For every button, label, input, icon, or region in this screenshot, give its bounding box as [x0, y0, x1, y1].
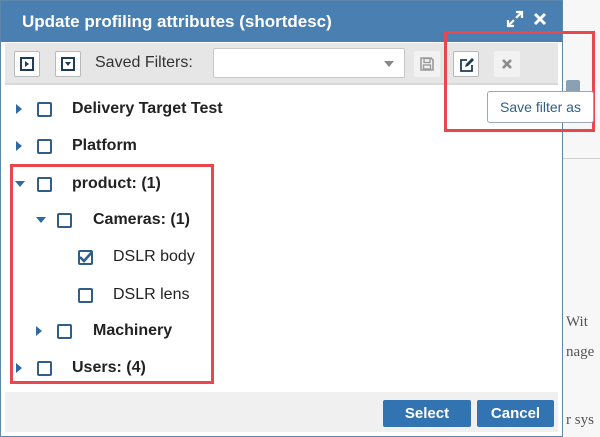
- highlight-box-tree: [10, 164, 214, 384]
- save-filter-as-tooltip: Save filter as: [487, 91, 594, 123]
- saved-filters-select[interactable]: [213, 48, 405, 78]
- tree-checkbox[interactable]: [37, 139, 52, 154]
- tree-node-label: Delivery Target Test: [72, 100, 223, 117]
- cancel-button[interactable]: Cancel: [477, 400, 554, 427]
- dialog-title: Update profiling attributes (shortdesc): [22, 12, 332, 31]
- tree-checkbox[interactable]: [37, 102, 52, 117]
- floppy-disk-icon: [420, 57, 434, 71]
- saved-filters-label: Saved Filters:: [95, 54, 193, 71]
- background-text-2: nage: [566, 344, 595, 360]
- expand-arrows-icon: [506, 10, 524, 28]
- expand-all-button[interactable]: [14, 51, 40, 77]
- expand-caret-icon[interactable]: [16, 141, 22, 151]
- tree-node-label: Platform: [72, 137, 137, 154]
- close-icon: [533, 12, 547, 26]
- background-divider: [560, 158, 600, 159]
- caret-down-square-icon: [61, 57, 75, 71]
- maximize-button[interactable]: [506, 10, 524, 33]
- tree-node-platform: Platform: [1, 132, 401, 160]
- save-filter-button[interactable]: [414, 51, 440, 77]
- expand-caret-icon[interactable]: [16, 104, 22, 114]
- background-text-3: r sys: [566, 412, 594, 428]
- background-text-1: Wit: [566, 314, 588, 330]
- tree-node-delivery-target-test: Delivery Target Test: [1, 95, 401, 123]
- collapse-all-button[interactable]: [55, 51, 81, 77]
- chevron-down-icon: [384, 61, 394, 67]
- play-square-icon: [20, 57, 34, 71]
- select-button[interactable]: Select: [383, 400, 471, 427]
- dialog-footer: Select Cancel: [5, 392, 558, 432]
- close-dialog-button[interactable]: [532, 10, 548, 33]
